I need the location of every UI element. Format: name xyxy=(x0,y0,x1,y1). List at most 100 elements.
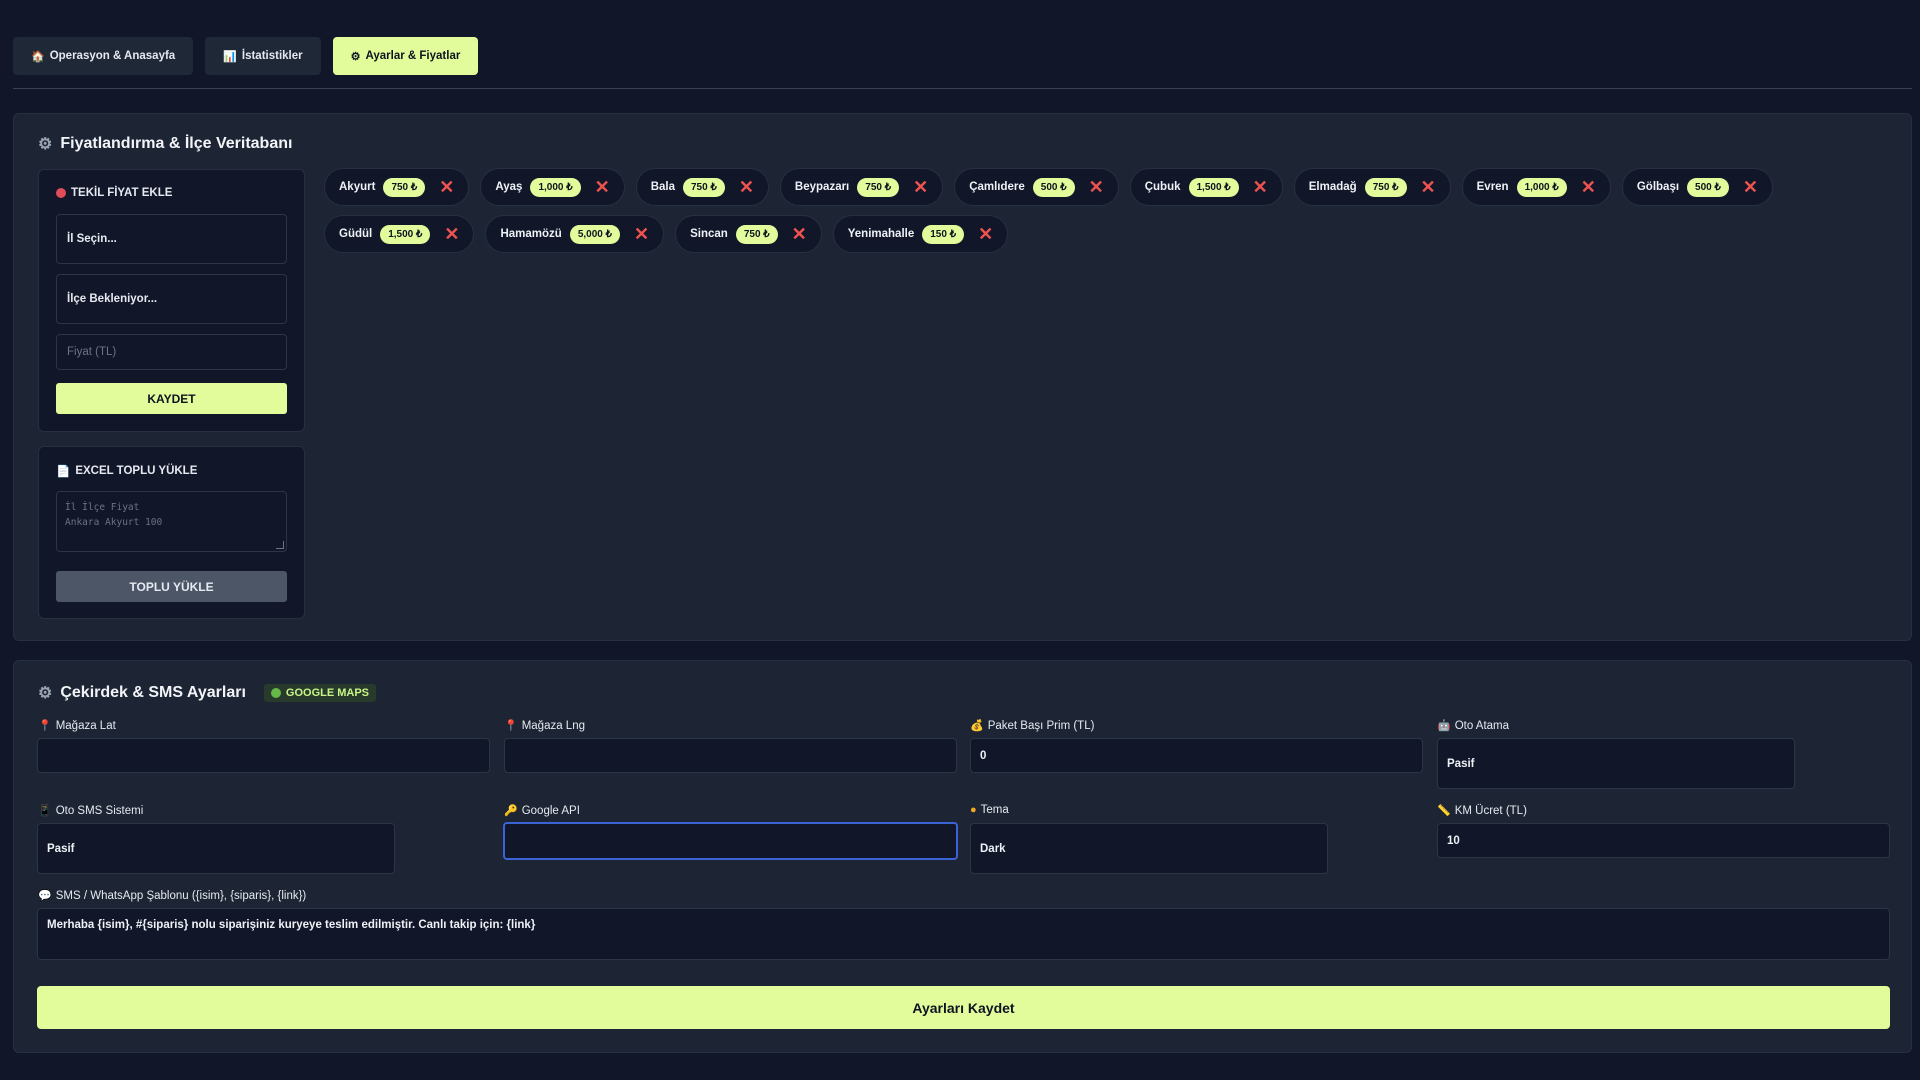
district-chip: Evren 1,000 ₺ ✕ xyxy=(1461,168,1611,206)
district-price-badge: 1,000 ₺ xyxy=(530,177,581,197)
tab-label: Ayarlar & Fiyatlar xyxy=(365,50,461,62)
gear-icon: ⚙ xyxy=(38,685,53,702)
ruler-icon: 📏 xyxy=(1437,805,1451,817)
tab-settings-prices[interactable]: ⚙ Ayarlar & Fiyatlar xyxy=(332,37,479,75)
bulk-upload-textarea[interactable]: İl İlçe Fiyat Ankara Akyurt 100 xyxy=(56,491,287,552)
google-maps-badge: GOOGLE MAPS xyxy=(263,684,377,702)
district-chip: Ayaş 1,000 ₺ ✕ xyxy=(480,168,625,206)
label-text: Paket Başı Prim (TL) xyxy=(987,719,1095,732)
province-select[interactable]: İl Seçin... xyxy=(56,214,287,264)
district-chip: Akyurt 750 ₺ ✕ xyxy=(324,168,470,206)
label-text: Mağaza Lng xyxy=(521,719,585,732)
district-price-badge: 750 ₺ xyxy=(683,177,725,197)
store-lat-input[interactable] xyxy=(37,738,490,773)
district-chip: Elmadağ 750 ₺ ✕ xyxy=(1293,168,1451,206)
home-icon: 🏠 xyxy=(31,50,45,63)
district-chip: Gölbaşı 500 ₺ ✕ xyxy=(1621,168,1773,206)
remove-district-icon[interactable]: ✕ xyxy=(1581,178,1596,196)
remove-district-icon[interactable]: ✕ xyxy=(978,225,993,243)
district-price-badge: 1,500 ₺ xyxy=(380,224,431,244)
auto-assign-label: 🤖 Oto Atama xyxy=(1437,719,1510,733)
bulk-upload-button[interactable]: TOPLU YÜKLE xyxy=(56,571,287,602)
remove-district-icon[interactable]: ✕ xyxy=(1743,178,1758,196)
remove-district-icon[interactable]: ✕ xyxy=(1089,178,1104,196)
district-name: Akyurt xyxy=(339,181,376,193)
label-text: Google API xyxy=(521,804,580,817)
resize-handle[interactable] xyxy=(276,541,284,549)
district-chip: Çubuk 1,500 ₺ ✕ xyxy=(1129,168,1283,206)
km-fee-input[interactable]: 10 xyxy=(1437,823,1890,858)
package-bonus-label: 💰 Paket Başı Prim (TL) xyxy=(970,719,1095,733)
district-price-badge: 1,500 ₺ xyxy=(1188,177,1239,197)
speech-bubble-icon: 💬 xyxy=(38,890,52,902)
remove-district-icon[interactable]: ✕ xyxy=(439,178,454,196)
excel-upload-card: 📄 EXCEL TOPLU YÜKLE İl İlçe Fiyat Ankara… xyxy=(38,446,305,619)
save-settings-button[interactable]: Ayarları Kaydet xyxy=(37,986,1890,1029)
district-chip: Beypazarı 750 ₺ ✕ xyxy=(779,168,944,206)
district-name: Evren xyxy=(1476,181,1509,193)
district-chip: Yenimahalle 150 ₺ ✕ xyxy=(832,215,1009,253)
tab-bar: 🏠 Operasyon & Anasayfa 📊 İstatistikler ⚙… xyxy=(13,37,479,75)
placeholder-line: İl İlçe Fiyat xyxy=(65,502,140,513)
remove-district-icon[interactable]: ✕ xyxy=(634,225,649,243)
remove-district-icon[interactable]: ✕ xyxy=(444,225,459,243)
auto-assign-select[interactable]: Pasif xyxy=(1437,738,1795,789)
theme-select[interactable]: Dark xyxy=(970,823,1328,874)
pin-icon: 📍 xyxy=(504,720,518,732)
tab-label: İstatistikler xyxy=(241,50,303,62)
pricing-title: ⚙ Fiyatlandırma & İlçe Veritabanı xyxy=(38,134,292,154)
gear-icon: ⚙ xyxy=(350,50,361,63)
google-api-label: 🔑 Google API xyxy=(504,804,580,818)
remove-district-icon[interactable]: ✕ xyxy=(595,178,610,196)
pricing-title-text: Fiyatlandırma & İlçe Veritabanı xyxy=(60,135,293,152)
district-name: Ayaş xyxy=(495,181,523,193)
label-text: Mağaza Lat xyxy=(55,719,116,732)
remove-district-icon[interactable]: ✕ xyxy=(1421,178,1436,196)
auto-sms-select[interactable]: Pasif xyxy=(37,823,395,874)
district-price-badge: 750 ₺ xyxy=(383,177,426,197)
core-title: ⚙ Çekirdek & SMS Ayarları GOOGLE MAPS xyxy=(38,683,377,703)
save-price-button[interactable]: KAYDET xyxy=(56,383,287,414)
divider xyxy=(13,88,1912,89)
package-bonus-input[interactable]: 0 xyxy=(970,738,1423,773)
single-price-title: TEKİL FİYAT EKLE xyxy=(56,187,172,199)
district-name: Çubuk xyxy=(1144,181,1181,193)
district-name: Gölbaşı xyxy=(1636,181,1680,193)
store-lng-input[interactable] xyxy=(504,738,957,773)
google-api-input[interactable] xyxy=(503,822,958,860)
label-text: Oto Atama xyxy=(1454,719,1510,732)
district-chip: Hamamözü 5,000 ₺ ✕ xyxy=(485,215,665,253)
district-chip: Sincan 750 ₺ ✕ xyxy=(675,215,822,253)
store-lng-label: 📍 Mağaza Lng xyxy=(504,719,585,733)
district-name: Çamlıdere xyxy=(969,181,1025,193)
key-icon: 🔑 xyxy=(504,805,518,817)
district-price-badge: 500 ₺ xyxy=(1032,177,1075,197)
core-title-text: Çekirdek & SMS Ayarları xyxy=(60,684,246,701)
remove-district-icon[interactable]: ✕ xyxy=(792,225,807,243)
district-price-badge: 750 ₺ xyxy=(857,177,900,197)
district-chip: Çamlıdere 500 ₺ ✕ xyxy=(954,168,1119,206)
sms-template-textarea[interactable]: Merhaba {isim}, #{siparis} nolu siparişi… xyxy=(37,908,1890,960)
excel-upload-title-text: EXCEL TOPLU YÜKLE xyxy=(75,465,198,477)
gear-icon: ⚙ xyxy=(38,136,53,153)
price-input[interactable]: Fiyat (TL) xyxy=(56,334,287,370)
district-price-badge: 500 ₺ xyxy=(1687,177,1729,197)
remove-district-icon[interactable]: ✕ xyxy=(739,178,754,196)
chart-icon: 📊 xyxy=(223,50,237,63)
status-dot-icon xyxy=(270,688,281,698)
single-price-card: TEKİL FİYAT EKLE İl Seçin... İlçe Beklen… xyxy=(38,169,305,432)
pricing-panel: ⚙ Fiyatlandırma & İlçe Veritabanı TEKİL … xyxy=(13,113,1912,641)
district-name: Sincan xyxy=(690,228,728,240)
remove-district-icon[interactable]: ✕ xyxy=(1253,178,1268,196)
single-price-title-text: TEKİL FİYAT EKLE xyxy=(71,187,173,199)
district-price-badge: 1,000 ₺ xyxy=(1516,177,1567,197)
tab-statistics[interactable]: 📊 İstatistikler xyxy=(205,37,321,75)
district-chip: Güdül 1,500 ₺ ✕ xyxy=(324,215,475,253)
remove-district-icon[interactable]: ✕ xyxy=(913,178,928,196)
document-icon: 📄 xyxy=(56,466,71,478)
district-price-list: Akyurt 750 ₺ ✕ Ayaş 1,000 ₺ ✕ Bala 750 ₺ ✕ Beypaz… xyxy=(324,168,1884,253)
tab-operations-home[interactable]: 🏠 Operasyon & Anasayfa xyxy=(13,37,194,75)
district-select[interactable]: İlçe Bekleniyor... xyxy=(56,274,287,324)
badge-text: GOOGLE MAPS xyxy=(285,687,370,699)
label-text: SMS / WhatsApp Şablonu ({isim}, {siparis… xyxy=(55,889,307,902)
